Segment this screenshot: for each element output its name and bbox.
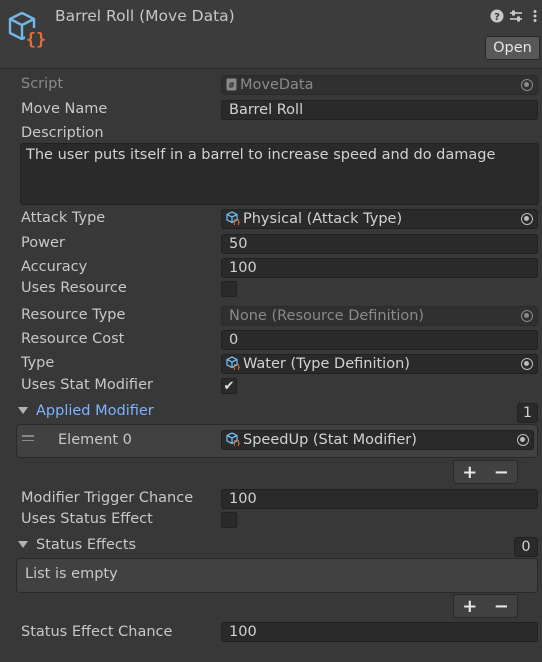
applied-modifier-count[interactable]: 1: [517, 403, 538, 423]
svg-text:{}: {}: [232, 219, 240, 226]
uses-stat-modifier-label: Uses Stat Modifier: [21, 377, 153, 393]
scriptable-object-small-icon: {}: [226, 432, 240, 446]
resource-type-field[interactable]: None (Resource Definition): [221, 306, 538, 326]
status-effects-count[interactable]: 0: [514, 537, 538, 557]
add-element-button[interactable]: +: [462, 596, 477, 617]
object-picker-icon[interactable]: [521, 358, 533, 370]
script-value: MoveData: [240, 77, 314, 93]
svg-text:{}: {}: [232, 364, 240, 371]
script-file-icon: #: [226, 78, 237, 91]
scriptable-object-icon: {}: [8, 11, 47, 50]
help-icon[interactable]: ?: [490, 9, 504, 23]
remove-element-button[interactable]: −: [494, 596, 509, 617]
object-picker-icon[interactable]: [517, 434, 529, 446]
attack-type-field[interactable]: {} Physical (Attack Type): [221, 209, 538, 229]
type-field[interactable]: {} Water (Type Definition): [221, 354, 538, 374]
script-field[interactable]: # MoveData: [221, 75, 538, 95]
resource-type-label: Resource Type: [21, 307, 126, 323]
uses-resource-label: Uses Resource: [21, 280, 127, 296]
uses-status-effect-checkbox[interactable]: [221, 512, 237, 528]
resource-cost-field[interactable]: 0: [221, 330, 538, 350]
scriptable-object-small-icon: {}: [226, 211, 240, 225]
description-label: Description: [21, 125, 104, 141]
object-picker-icon[interactable]: [521, 310, 533, 322]
modifier-trigger-chance-label: Modifier Trigger Chance: [21, 490, 194, 506]
svg-text:?: ?: [494, 12, 500, 23]
accuracy-field[interactable]: 100: [221, 258, 538, 278]
status-effects-foldout[interactable]: Status Effects: [18, 537, 136, 553]
element-0-label: Element 0: [58, 432, 132, 448]
add-element-button[interactable]: +: [462, 462, 477, 483]
uses-status-effect-label: Uses Status Effect: [21, 511, 153, 527]
move-name-label: Move Name: [21, 101, 108, 117]
uses-stat-modifier-checkbox[interactable]: ✔: [221, 378, 237, 394]
applied-modifier-add-remove: + −: [453, 460, 518, 484]
type-label: Type: [21, 355, 55, 371]
resource-type-value: None (Resource Definition): [229, 308, 425, 324]
status-effects-label: Status Effects: [36, 537, 137, 553]
object-picker-icon[interactable]: [521, 79, 533, 91]
attack-type-label: Attack Type: [21, 210, 106, 226]
applied-modifier-foldout[interactable]: Applied Modifier: [18, 403, 154, 419]
presets-icon[interactable]: [509, 9, 523, 23]
status-effect-chance-label: Status Effect Chance: [21, 624, 173, 640]
move-name-field[interactable]: Barrel Roll: [221, 100, 538, 120]
description-textarea[interactable]: The user puts itself in a barrel to incr…: [20, 143, 539, 205]
drag-handle-icon[interactable]: [22, 435, 34, 444]
element-0-value: SpeedUp (Stat Modifier): [243, 432, 417, 448]
checkmark-icon: ✔: [223, 379, 235, 394]
status-effects-list: List is empty: [16, 558, 538, 593]
inspector-title: Barrel Roll (Move Data): [55, 7, 235, 25]
svg-text:{}: {}: [26, 30, 46, 50]
power-field[interactable]: 50: [221, 234, 538, 254]
remove-element-button[interactable]: −: [494, 462, 509, 483]
resource-cost-label: Resource Cost: [21, 331, 125, 347]
accuracy-label: Accuracy: [21, 259, 88, 275]
element-0-field[interactable]: {} SpeedUp (Stat Modifier): [221, 430, 534, 450]
svg-text:#: #: [228, 81, 235, 90]
foldout-arrow-icon: [18, 407, 28, 414]
power-label: Power: [21, 235, 65, 251]
svg-text:{}: {}: [232, 440, 240, 447]
applied-modifier-label: Applied Modifier: [36, 403, 154, 419]
scriptable-object-small-icon: {}: [226, 356, 240, 370]
modifier-trigger-chance-field[interactable]: 100: [221, 489, 538, 509]
type-value: Water (Type Definition): [243, 356, 410, 372]
empty-list-text: List is empty: [25, 566, 118, 582]
more-icon[interactable]: [528, 9, 542, 23]
attack-type-value: Physical (Attack Type): [243, 211, 403, 227]
status-effect-chance-field[interactable]: 100: [221, 622, 538, 642]
open-button[interactable]: Open: [485, 36, 540, 60]
script-label: Script: [21, 76, 64, 92]
foldout-arrow-icon: [18, 541, 28, 548]
object-picker-icon[interactable]: [521, 213, 533, 225]
uses-resource-checkbox[interactable]: [221, 281, 237, 297]
status-effects-add-remove: + −: [453, 594, 518, 618]
